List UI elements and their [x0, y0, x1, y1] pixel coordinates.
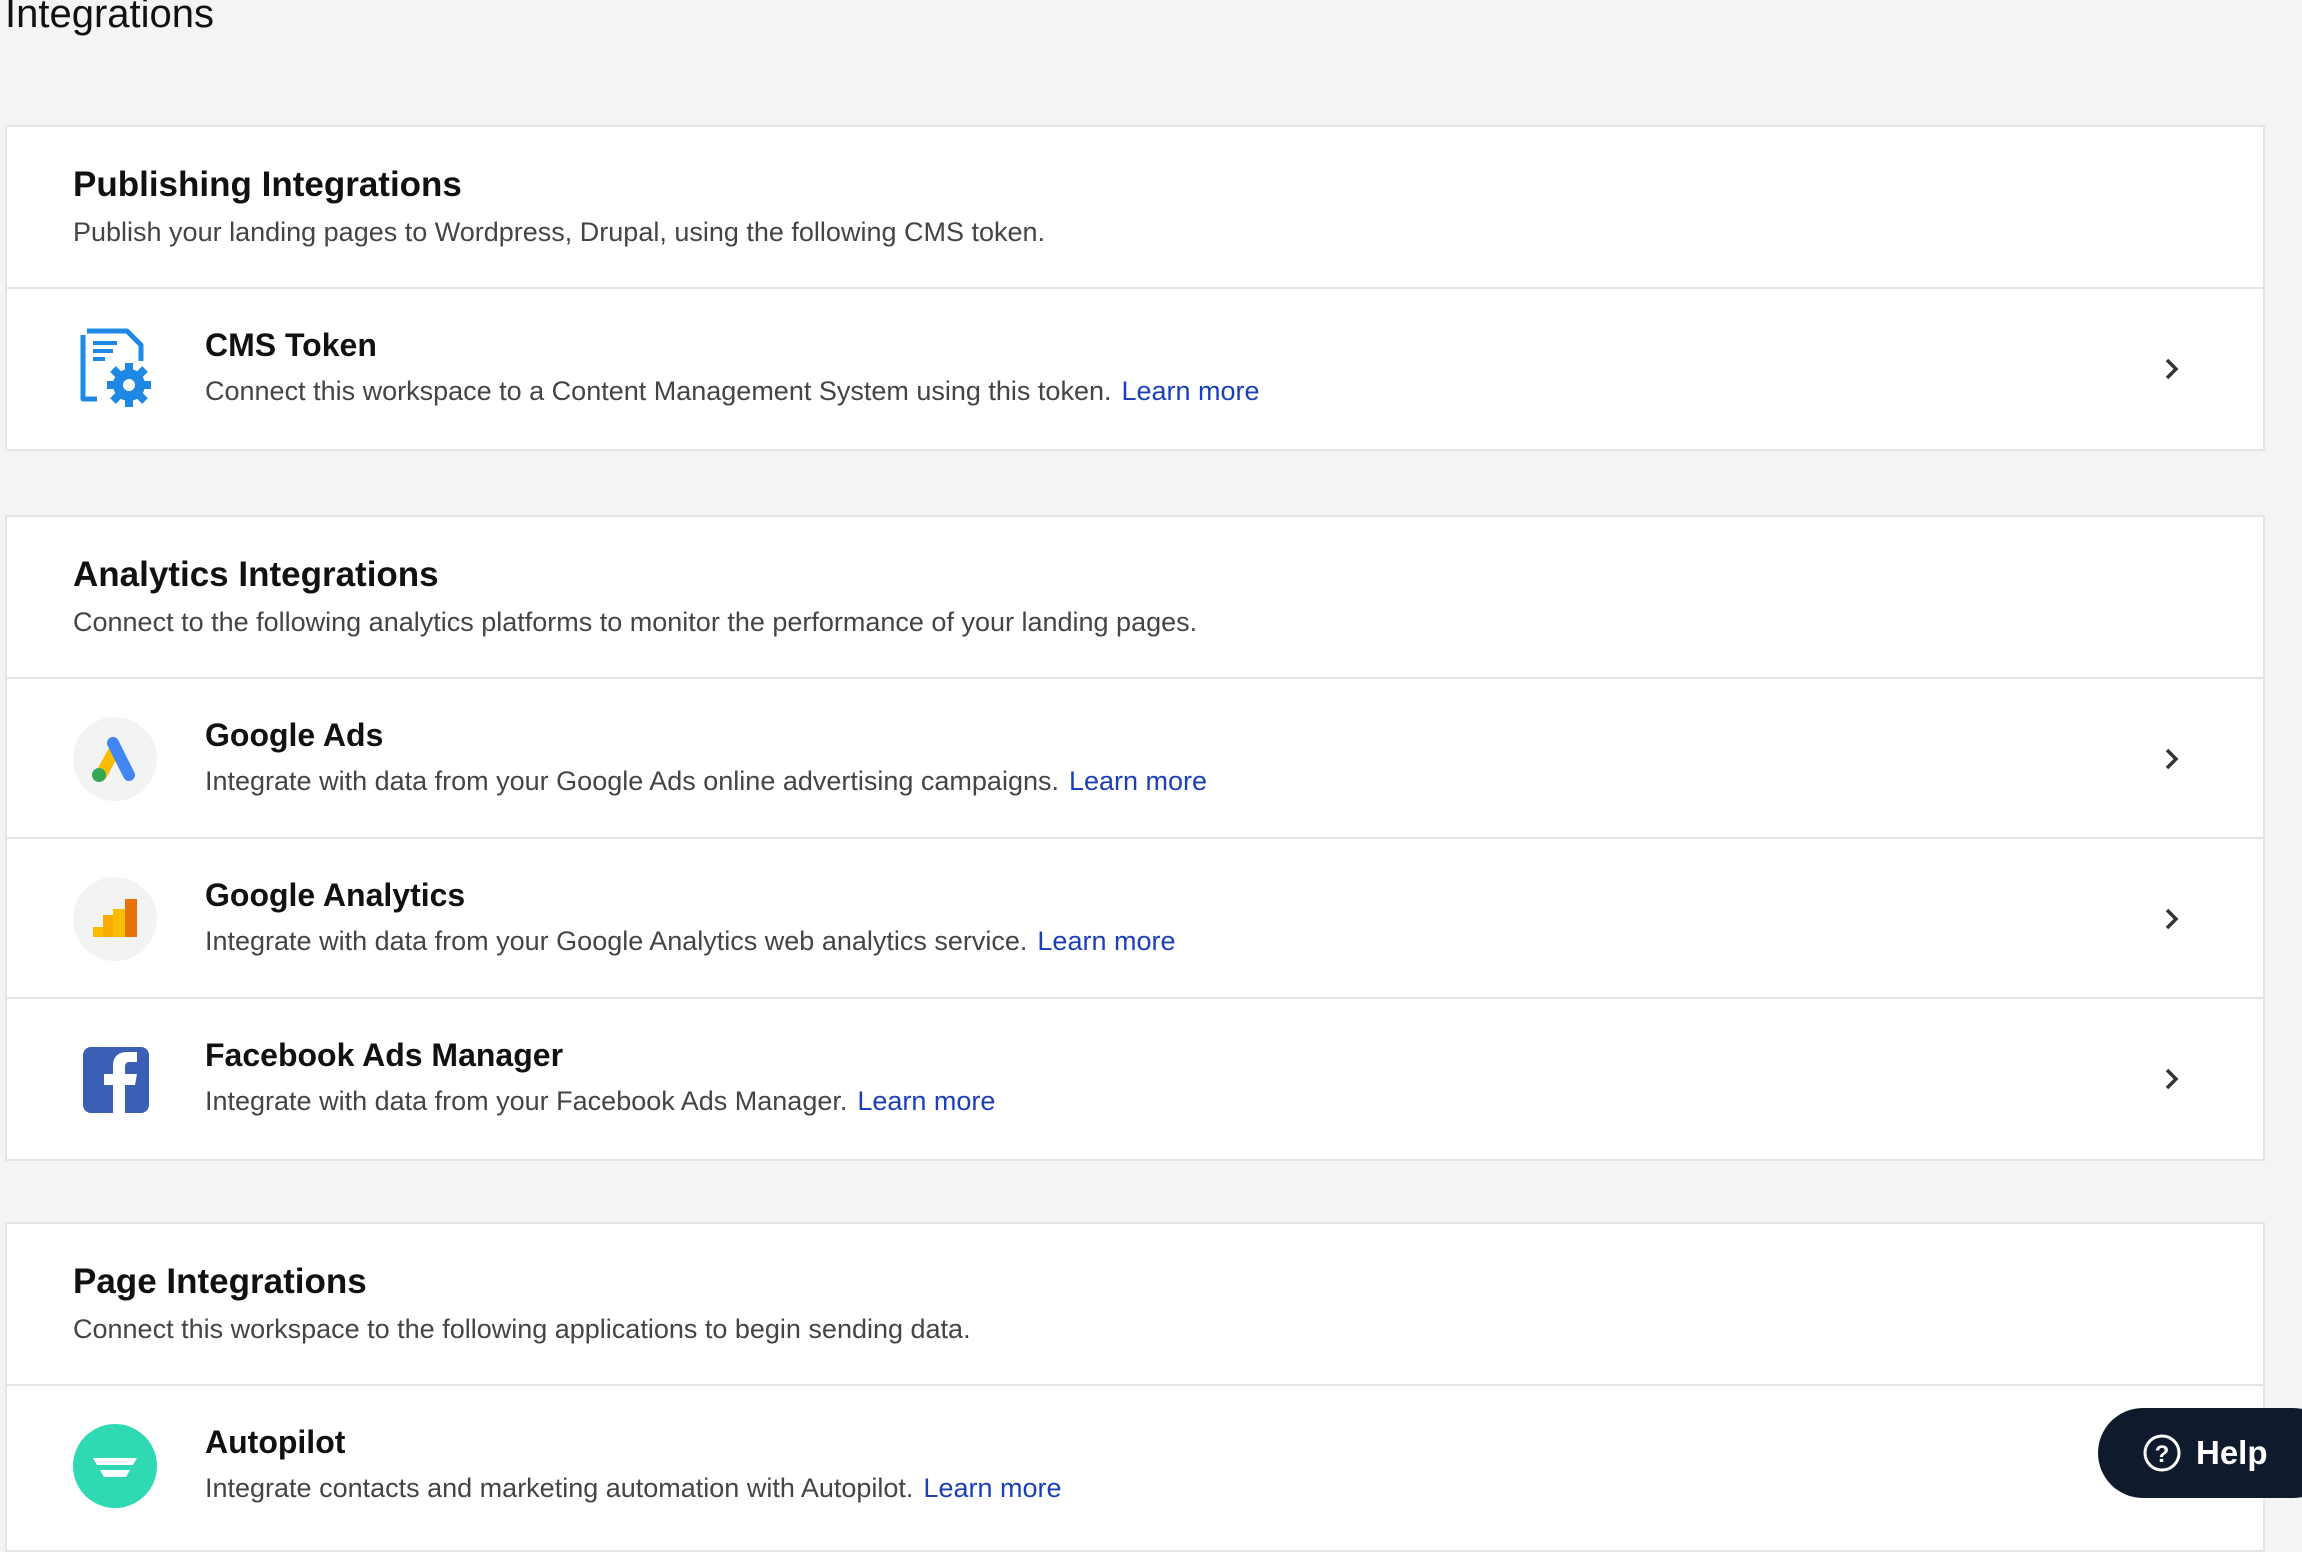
autopilot-icon [73, 1424, 157, 1508]
google-ads-icon [73, 717, 157, 801]
integration-row-google-ads[interactable]: Google Ads Integrate with data from your … [7, 679, 2263, 839]
integration-description: Integrate with data from your Google Ads… [205, 766, 1059, 796]
section-description: Connect to the following analytics platf… [73, 607, 1198, 637]
integration-name: Google Analytics [205, 877, 466, 913]
chevron-right-icon[interactable] [2153, 901, 2189, 937]
learn-more-link[interactable]: Learn more [923, 1473, 1061, 1503]
integration-row-facebook-ads-manager[interactable]: Facebook Ads Manager Integrate with data … [7, 999, 2263, 1159]
section-title: Page Integrations [73, 1262, 367, 1301]
cms-token-icon [80, 328, 151, 407]
integration-row-cms-token[interactable]: CMS Token Connect this workspace to a Con… [7, 289, 2263, 449]
facebook-icon [83, 1047, 149, 1113]
publishing-integrations-card: Publishing Integrations Publish your land… [5, 125, 2265, 451]
integration-name: Autopilot [205, 1424, 346, 1460]
svg-text:?: ? [2155, 1441, 2170, 1468]
page-integrations-card: Page Integrations Connect this workspace … [5, 1222, 2265, 1552]
chevron-right-icon[interactable] [2153, 741, 2189, 777]
analytics-integrations-card: Analytics Integrations Connect to the fol… [5, 515, 2265, 1161]
integration-name: CMS Token [205, 327, 377, 363]
chevron-right-icon[interactable] [2153, 351, 2189, 387]
learn-more-link[interactable]: Learn more [1037, 926, 1175, 956]
integration-name: Google Ads [205, 717, 384, 753]
integration-description: Integrate with data from your Google Ana… [205, 926, 1028, 956]
section-title: Publishing Integrations [73, 165, 462, 204]
section-title: Analytics Integrations [73, 555, 439, 594]
section-description: Publish your landing pages to Wordpress,… [73, 217, 1046, 247]
help-button[interactable]: ? Help [2098, 1408, 2302, 1498]
learn-more-link[interactable]: Learn more [857, 1086, 995, 1116]
help-label: Help [2196, 1434, 2268, 1471]
integration-description: Connect this workspace to a Content Mana… [205, 376, 1112, 406]
page-title: Integrations [5, 0, 215, 36]
chevron-right-icon[interactable] [2153, 1061, 2189, 1097]
integration-description: Integrate with data from your Facebook A… [205, 1086, 848, 1116]
integration-name: Facebook Ads Manager [205, 1037, 564, 1073]
integration-row-google-analytics[interactable]: Google Analytics Integrate with data from… [7, 839, 2263, 999]
learn-more-link[interactable]: Learn more [1121, 376, 1259, 406]
learn-more-link[interactable]: Learn more [1069, 766, 1207, 796]
google-analytics-icon [73, 877, 157, 961]
section-description: Connect this workspace to the following … [73, 1314, 971, 1344]
integration-description: Integrate contacts and marketing automat… [205, 1473, 914, 1503]
question-circle-icon: ? [2143, 1434, 2181, 1472]
integration-row-autopilot[interactable]: Autopilot Integrate contacts and marketin… [7, 1386, 2263, 1546]
